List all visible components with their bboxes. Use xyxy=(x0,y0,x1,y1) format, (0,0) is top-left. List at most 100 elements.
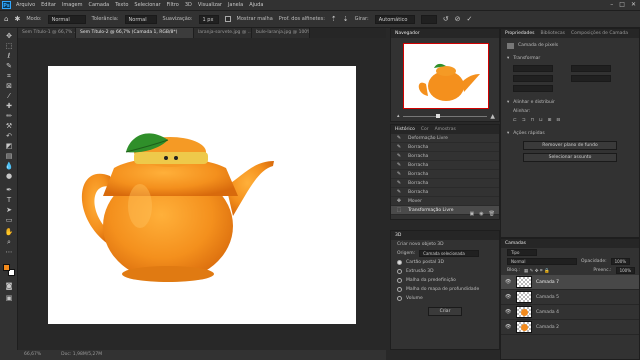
tolerance-select[interactable]: Normal xyxy=(124,14,157,24)
minimize-icon[interactable]: – xyxy=(610,1,613,8)
angle-field[interactable] xyxy=(513,85,553,92)
visibility-eye-icon[interactable]: 👁 xyxy=(505,324,512,330)
history-item[interactable]: ✎ Deformação Livre xyxy=(391,134,499,143)
doc-tab-1[interactable]: Sem Título-1 @ 66,7% ... xyxy=(18,28,76,38)
type-tool-icon[interactable]: T xyxy=(4,196,14,204)
align-right-icon[interactable]: ⊓ xyxy=(531,118,535,123)
y-field[interactable] xyxy=(571,75,611,82)
history-item[interactable]: ✎ Borracha xyxy=(391,188,499,197)
blur-tool-icon[interactable]: 💧 xyxy=(4,162,14,170)
close-icon[interactable]: ✕ xyxy=(631,1,636,8)
layers-tab[interactable]: Camadas xyxy=(505,241,526,246)
visibility-eye-icon[interactable]: 👁 xyxy=(505,309,512,315)
visibility-eye-icon[interactable]: 👁 xyxy=(505,294,512,300)
pin-backward-icon[interactable]: ⇣ xyxy=(343,15,349,23)
eyedropper-tool-icon[interactable]: ⁄ xyxy=(4,92,14,100)
lock-icons[interactable]: ▦ ✎ ✥ ⌗ 🔒 xyxy=(524,268,550,274)
opacity-field[interactable]: 100% xyxy=(610,258,631,265)
document-canvas[interactable] xyxy=(48,66,356,324)
foreground-color-swatch[interactable] xyxy=(3,264,10,271)
menu-view[interactable]: Visualizar xyxy=(198,2,222,8)
gradient-tool-icon[interactable]: ▤ xyxy=(4,152,14,160)
blend-mode-select[interactable]: Normal xyxy=(507,258,577,265)
x-field[interactable] xyxy=(513,75,553,82)
menu-help[interactable]: Ajuda xyxy=(249,2,263,8)
menu-filter[interactable]: Filtro xyxy=(167,2,179,8)
snapshot-icon[interactable]: ◉ xyxy=(479,211,483,217)
history-item[interactable]: ✥ Mover xyxy=(391,197,499,206)
marquee-tool-icon[interactable]: ⬚ xyxy=(4,42,14,50)
expansion-input[interactable]: 1 px xyxy=(198,14,219,24)
layer-row[interactable]: 👁 Camada 7 xyxy=(501,275,639,290)
fill-field[interactable]: 100% xyxy=(615,267,635,274)
quick-actions-header[interactable]: ▾ Ações rápidas xyxy=(501,129,639,138)
delete-state-icon[interactable]: 🗑 xyxy=(489,211,495,217)
doc-size-info[interactable]: Doc: 1,98M/5,27M xyxy=(61,350,102,360)
align-left-icon[interactable]: ⊏ xyxy=(513,118,517,123)
3d-option[interactable]: Extrusão 3D xyxy=(391,267,499,276)
quick-mask-icon[interactable]: ◙ xyxy=(4,282,14,290)
move-tool-icon[interactable]: ✥ xyxy=(4,32,14,40)
navigator-thumbnail[interactable] xyxy=(403,43,489,109)
eraser-tool-icon[interactable]: ◩ xyxy=(4,142,14,150)
puppet-warp-tool-icon[interactable]: ✱ xyxy=(14,15,20,23)
zoom-out-small-icon[interactable]: ▴ xyxy=(397,113,400,119)
commit-check-icon[interactable]: ✓ xyxy=(466,15,472,23)
quick-select-tool-icon[interactable]: ✎ xyxy=(4,62,14,70)
remove-background-button[interactable]: Remover plano de fundo xyxy=(523,141,617,150)
history-item[interactable]: ✎ Borracha xyxy=(391,161,499,170)
menu-file[interactable]: Arquivo xyxy=(16,2,35,8)
swatches-tab[interactable]: Amostras xyxy=(435,127,456,132)
history-item[interactable]: ✎ Borracha xyxy=(391,170,499,179)
rotate-select[interactable]: Automático xyxy=(374,14,415,24)
lasso-tool-icon[interactable]: ℓ xyxy=(4,52,14,60)
mode-select[interactable]: Normal xyxy=(47,14,86,24)
history-item[interactable]: ✎ Borracha xyxy=(391,179,499,188)
align-section-header[interactable]: ▾ Alinhar e distribuir xyxy=(501,98,639,107)
layer-row[interactable]: 👁 Camada 4 xyxy=(501,305,639,320)
3d-option[interactable]: Malha do mapa de profundidade xyxy=(391,285,499,294)
3d-option-radio[interactable] xyxy=(397,296,402,301)
align-bottom-icon[interactable]: ⊟ xyxy=(556,118,560,123)
history-item[interactable]: ✎ Borracha xyxy=(391,143,499,152)
dodge-tool-icon[interactable]: ● xyxy=(4,172,14,180)
screen-mode-icon[interactable]: ▣ xyxy=(4,294,14,302)
layer-kind-filter[interactable]: Tipo xyxy=(507,249,537,256)
history-tab[interactable]: Histórico xyxy=(395,127,415,132)
layer-row[interactable]: 👁 Camada 5 xyxy=(501,290,639,305)
doc-tab-4[interactable]: bule-laranja.jpg @ 100% ... xyxy=(252,28,310,38)
hand-tool-icon[interactable]: ✋ xyxy=(4,228,14,236)
height-field[interactable] xyxy=(571,65,611,72)
menu-window[interactable]: Janela xyxy=(228,2,243,8)
maximize-icon[interactable]: □ xyxy=(619,1,625,8)
history-brush-tool-icon[interactable]: ↶ xyxy=(4,132,14,140)
rectangle-tool-icon[interactable]: ▭ xyxy=(4,216,14,224)
home-icon[interactable]: ⌂ xyxy=(4,15,8,23)
layer-row[interactable]: 👁 Camada 2 xyxy=(501,320,639,335)
3d-option[interactable]: Volume xyxy=(391,294,499,303)
zoom-level[interactable]: 66,67% xyxy=(24,350,41,360)
zoom-tool-icon[interactable]: ⌕ xyxy=(4,238,14,246)
crop-tool-icon[interactable]: ⌗ xyxy=(4,72,14,80)
3d-option-radio[interactable] xyxy=(397,287,402,292)
libraries-tab[interactable]: Bibliotecas xyxy=(540,31,565,36)
width-field[interactable] xyxy=(513,65,553,72)
color-tab[interactable]: Cor xyxy=(421,127,429,132)
remove-pins-icon[interactable]: ↺ xyxy=(443,15,449,23)
align-top-icon[interactable]: ⊔ xyxy=(539,118,543,123)
select-subject-button[interactable]: Selecionar assunto xyxy=(523,153,617,162)
menu-3d[interactable]: 3D xyxy=(185,2,192,8)
doc-tab-3[interactable]: laranja-sorvete.jpg @ ... xyxy=(194,28,252,38)
align-center-icon[interactable]: ⊐ xyxy=(522,118,526,123)
navigator-zoom-handle[interactable] xyxy=(436,113,441,118)
show-mesh-checkbox[interactable] xyxy=(224,16,231,22)
pen-tool-icon[interactable]: ✒ xyxy=(4,186,14,194)
path-selection-tool-icon[interactable]: ➤ xyxy=(4,206,14,214)
3d-option-radio[interactable] xyxy=(397,278,402,283)
clone-stamp-tool-icon[interactable]: ⚒ xyxy=(4,122,14,130)
source-select[interactable]: Camada selecionada xyxy=(419,250,480,257)
brush-tool-icon[interactable]: ✏ xyxy=(4,112,14,120)
3d-option-radio[interactable] xyxy=(397,269,402,274)
doc-tab-2-active[interactable]: Sem Título-2 @ 66,7% (Camada 1, RGB/8*) xyxy=(76,28,194,38)
3d-option[interactable]: Malha da predefinição xyxy=(391,276,499,285)
